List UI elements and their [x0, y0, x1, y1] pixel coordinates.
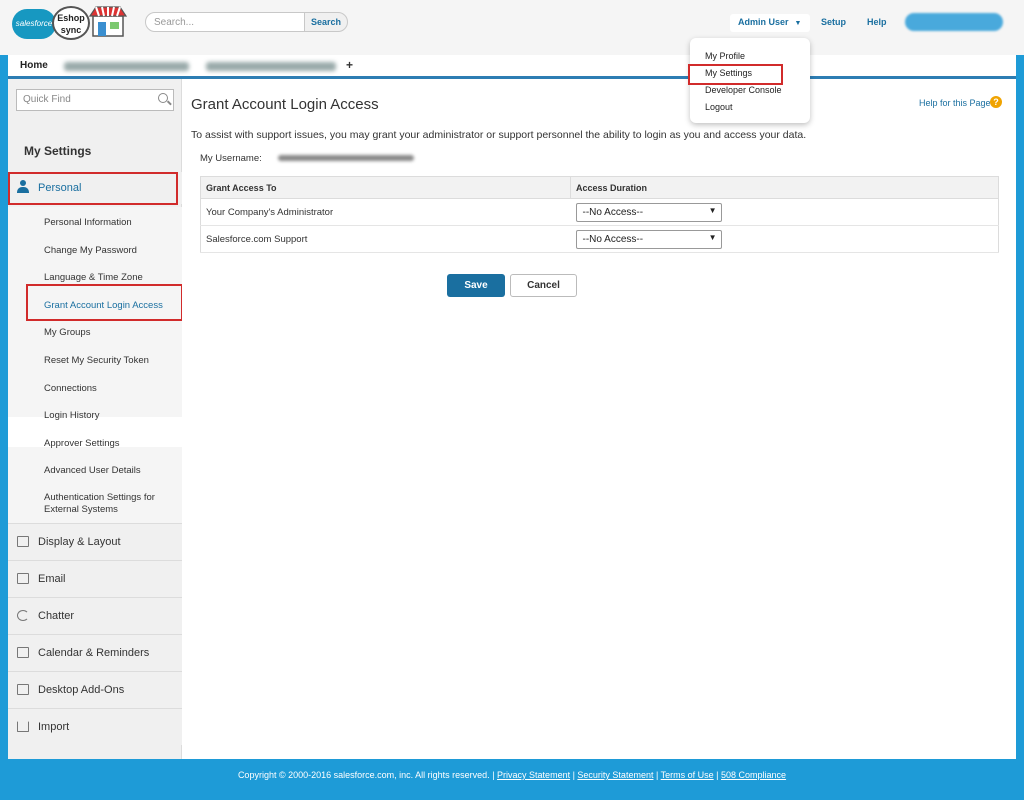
username-label: My Username:: [200, 153, 262, 164]
save-button[interactable]: Save: [447, 274, 505, 297]
access-duration-select-support[interactable]: --No Access-- ▼: [575, 229, 722, 249]
sidebar-item-label: Chatter: [38, 610, 75, 622]
tab-home[interactable]: Home: [20, 60, 48, 71]
layout-icon: [17, 536, 29, 547]
copyright-text: Copyright © 2000-2016 salesforce.com, in…: [237, 770, 495, 780]
redacted-app-menu[interactable]: [905, 13, 1003, 31]
chatter-icon: [17, 610, 29, 621]
page-title: Grant Account Login Access: [191, 96, 379, 113]
sidebar-item-display-layout[interactable]: Display & Layout: [8, 523, 182, 560]
chevron-down-icon: ▼: [708, 232, 717, 242]
caret-down-icon: ▼: [794, 20, 802, 27]
highlight-grant-access: [26, 284, 183, 321]
salesforce-logo[interactable]: salesforce: [12, 9, 56, 39]
sidebar-title: My Settings: [24, 144, 92, 158]
sidebar-item-language-time-zone[interactable]: Language & Time Zone: [44, 272, 143, 284]
access-duration-select-administrator[interactable]: --No Access-- ▼: [575, 202, 722, 222]
menu-item-my-profile[interactable]: My Profile: [690, 48, 810, 65]
tab-bar: Home +: [8, 55, 1016, 79]
sidebar-item-label: Display & Layout: [38, 536, 121, 548]
table-row: Salesforce.com Support --No Access-- ▼: [200, 225, 999, 253]
column-header-grant-access-to: Grant Access To: [200, 176, 571, 199]
help-for-page-link[interactable]: Help for this Page: [919, 98, 991, 108]
sidebar-item-import[interactable]: Import: [8, 708, 182, 745]
desktop-addons-icon: [17, 684, 29, 695]
quick-find-input[interactable]: Quick Find: [16, 89, 174, 111]
setup-link[interactable]: Setup: [821, 17, 846, 27]
grant-access-table: Grant Access To Access Duration Your Com…: [200, 176, 999, 253]
redacted-username: [278, 155, 414, 161]
sidebar-item-email[interactable]: Email: [8, 560, 182, 597]
footer: Copyright © 2000-2016 salesforce.com, in…: [0, 760, 1024, 800]
compliance-508-link[interactable]: 508 Compliance: [721, 770, 786, 780]
sidebar-item-login-history[interactable]: Login History: [44, 410, 99, 422]
menu-item-developer-console[interactable]: Developer Console: [690, 82, 810, 99]
global-header: salesforce Eshop sync Search... Search A…: [0, 0, 1024, 55]
security-statement-link[interactable]: Security Statement: [577, 770, 653, 780]
calendar-icon: [17, 647, 29, 658]
cancel-button[interactable]: Cancel: [510, 274, 577, 297]
sidebar-item-label: Desktop Add-Ons: [38, 684, 125, 696]
sidebar: Quick Find My Settings Personal Personal…: [8, 79, 183, 759]
sidebar-item-reset-security-token[interactable]: Reset My Security Token: [44, 355, 149, 367]
user-menu-button[interactable]: Admin User ▼: [730, 14, 810, 32]
user-dropdown-menu: My Profile My Settings Developer Console…: [688, 38, 810, 123]
sidebar-item-authentication-settings[interactable]: Authentication Settings for External Sys…: [44, 492, 169, 516]
sidebar-item-change-password[interactable]: Change My Password: [44, 245, 137, 257]
column-header-access-duration: Access Duration: [570, 176, 999, 199]
sidebar-item-calendar-reminders[interactable]: Calendar & Reminders: [8, 634, 182, 671]
select-value: --No Access--: [582, 206, 644, 218]
content-area: Grant Account Login Access Help for this…: [182, 79, 1016, 759]
main-frame: Quick Find My Settings Personal Personal…: [8, 79, 1016, 759]
help-icon[interactable]: ?: [990, 96, 1002, 108]
grant-to-name: Your Company's Administrator: [200, 198, 571, 226]
duration-cell: --No Access-- ▼: [570, 225, 999, 253]
user-menu-label: Admin User: [738, 17, 789, 27]
sidebar-item-approver-settings[interactable]: Approver Settings: [44, 438, 120, 450]
terms-of-use-link[interactable]: Terms of Use: [661, 770, 714, 780]
personal-submenu: Personal Information Change My Password …: [8, 207, 182, 523]
sidebar-item-label: Calendar & Reminders: [38, 647, 150, 659]
sidebar-item-connections[interactable]: Connections: [44, 383, 97, 395]
sidebar-item-desktop-add-ons[interactable]: Desktop Add-Ons: [8, 671, 182, 708]
menu-item-logout[interactable]: Logout: [690, 99, 810, 116]
envelope-icon: [17, 573, 29, 584]
sidebar-item-my-groups[interactable]: My Groups: [44, 327, 90, 339]
menu-item-my-settings[interactable]: My Settings: [688, 64, 810, 85]
sidebar-item-advanced-user-details[interactable]: Advanced User Details: [44, 465, 141, 477]
sidebar-item-chatter[interactable]: Chatter: [8, 597, 182, 634]
sidebar-item-label: Import: [38, 721, 70, 733]
grant-to-name: Salesforce.com Support: [200, 225, 571, 253]
intro-text: To assist with support issues, you may g…: [191, 129, 807, 141]
import-icon: [17, 721, 29, 732]
select-value: --No Access--: [582, 233, 644, 245]
help-link[interactable]: Help: [867, 17, 887, 27]
store-icon: [88, 6, 128, 37]
sidebar-item-label: Email: [38, 573, 66, 585]
sidebar-item-personal-information[interactable]: Personal Information: [44, 217, 132, 229]
search-button[interactable]: Search: [304, 12, 348, 32]
chevron-down-icon: ▼: [708, 205, 717, 215]
add-tab-icon[interactable]: +: [346, 58, 353, 72]
eshop-sync-logo: Eshop sync: [52, 6, 90, 40]
tab-redacted-1[interactable]: [64, 62, 189, 71]
table-header-row: Grant Access To Access Duration: [200, 176, 999, 199]
quick-find-placeholder: Quick Find: [23, 94, 71, 105]
search-input[interactable]: Search...: [145, 12, 305, 32]
tab-redacted-2[interactable]: [206, 62, 336, 71]
search-icon: [158, 93, 168, 103]
duration-cell: --No Access-- ▼: [570, 198, 999, 226]
privacy-statement-link[interactable]: Privacy Statement: [497, 770, 570, 780]
table-row: Your Company's Administrator --No Access…: [200, 198, 999, 226]
highlight-personal: [8, 172, 178, 205]
